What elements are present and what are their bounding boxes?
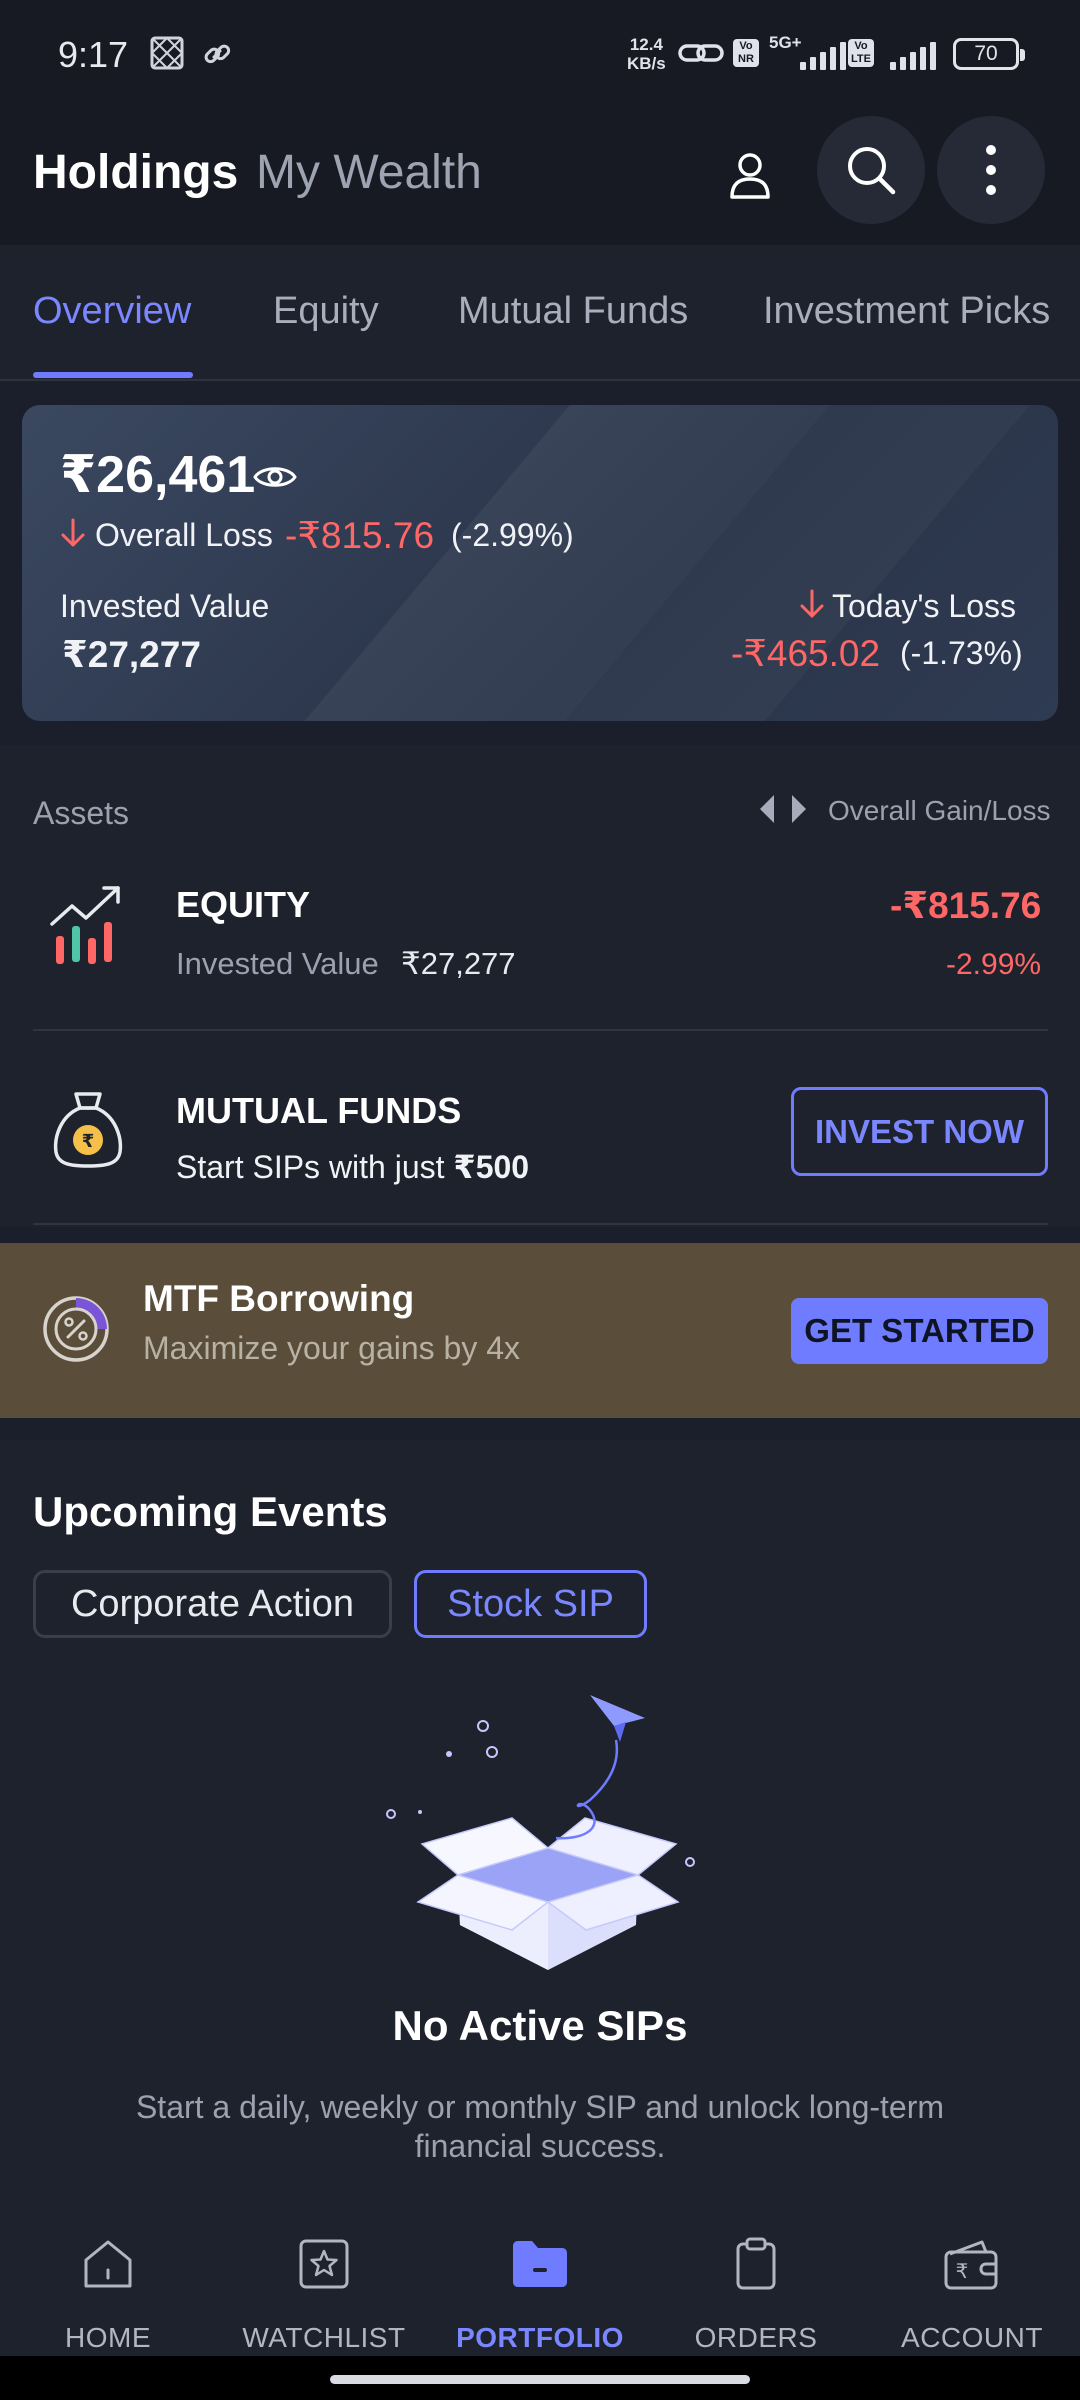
signal-icon-1 — [800, 42, 846, 70]
tab-equity[interactable]: Equity — [273, 290, 379, 333]
equity-gain-amount: -₹815.76 — [890, 885, 1042, 926]
todays-loss-amount: -₹465.02 — [731, 633, 881, 674]
toggle-visibility-button[interactable] — [252, 462, 298, 497]
equity-gain-percent: -2.99% — [946, 948, 1042, 981]
get-started-button[interactable]: GET STARTED — [791, 1298, 1048, 1364]
today-down-arrow-icon — [799, 588, 825, 625]
overall-loss-amount: -₹815.76 — [285, 515, 435, 556]
current-value: ₹26,461 — [60, 446, 256, 504]
signal-icon-2 — [890, 42, 936, 70]
eye-icon — [253, 467, 297, 487]
mutual-funds-subtitle: Start SIPs with just ₹500 — [176, 1148, 529, 1186]
invested-value-label: Invested Value — [60, 588, 270, 624]
equity-invested-label: Invested Value — [176, 946, 379, 981]
nav-account[interactable]: ₹ ACCOUNT — [864, 2196, 1080, 2356]
home-indicator[interactable] — [330, 2375, 750, 2384]
overall-loss-label: Overall Loss — [95, 517, 273, 553]
profile-button[interactable] — [715, 140, 785, 210]
todays-loss-label: Today's Loss — [832, 588, 1016, 624]
invested-value: ₹27,277 — [62, 634, 201, 675]
mf-subtitle-prefix: Start SIPs with just — [176, 1149, 445, 1185]
star-icon — [296, 2234, 352, 2294]
battery-indicator: 70 — [953, 38, 1025, 70]
clipboard-icon — [728, 2234, 784, 2294]
link-notification-icon — [203, 40, 231, 73]
svg-text:₹: ₹ — [82, 1131, 95, 1152]
svg-text:₹: ₹ — [956, 2259, 969, 2283]
mtf-subtitle: Maximize your gains by 4x — [143, 1330, 521, 1366]
net-speed: 12.4 KB/s — [627, 35, 666, 73]
home-icon — [80, 2234, 136, 2294]
tab-investment-picks[interactable]: Investment Picks — [763, 290, 1050, 333]
todays-loss-percent: (-1.73%) — [900, 635, 1023, 671]
page-title[interactable]: Holdings — [33, 145, 238, 200]
active-tab-indicator — [33, 372, 193, 378]
mtf-percent-icon — [40, 1293, 112, 1370]
down-arrow-icon — [60, 517, 86, 554]
empty-state-line-2: financial success. — [414, 2128, 666, 2164]
gain-loss-toggle-label[interactable]: Overall Gain/Loss — [828, 795, 1051, 827]
volte-icon: Vo NR — [733, 39, 759, 67]
empty-state-title: No Active SIPs — [392, 2002, 688, 2049]
folder-icon — [510, 2234, 570, 2294]
my-wealth-tab[interactable]: My Wealth — [256, 145, 482, 200]
wallet-icon: ₹ — [942, 2234, 1002, 2294]
tab-overview[interactable]: Overview — [33, 290, 191, 333]
nav-orders[interactable]: ORDERS — [648, 2196, 864, 2356]
nav-portfolio[interactable]: PORTFOLIO — [432, 2196, 648, 2356]
net-speed-unit: KB/s — [627, 54, 666, 73]
invest-now-button[interactable]: INVEST NOW — [791, 1087, 1048, 1176]
network-type-1: 5G+ — [769, 33, 802, 52]
nav-portfolio-label: PORTFOLIO — [456, 2322, 624, 2353]
empty-state-line-1: Start a daily, weekly or monthly SIP and… — [135, 2089, 945, 2125]
nav-home-label: HOME — [65, 2322, 151, 2353]
equity-chart-icon — [48, 880, 128, 975]
asset-divider — [33, 1029, 1048, 1031]
mtf-title: MTF Borrowing — [143, 1278, 415, 1319]
nav-account-label: ACCOUNT — [901, 2322, 1043, 2353]
nav-watchlist[interactable]: WATCHLIST — [216, 2196, 432, 2356]
chip-corporate-action[interactable]: Corporate Action — [33, 1570, 392, 1638]
more-vertical-icon — [986, 145, 996, 195]
overall-loss-percent: (-2.99%) — [451, 517, 574, 553]
hotspot-icon — [678, 36, 724, 75]
left-right-arrows-icon — [760, 795, 806, 823]
mutual-funds-title: MUTUAL FUNDS — [176, 1090, 462, 1131]
assets-title: Assets — [33, 795, 130, 831]
tab-mutual-funds[interactable]: Mutual Funds — [458, 290, 688, 333]
chip-stock-sip[interactable]: Stock SIP — [414, 1570, 647, 1638]
mf-subtitle-amount: ₹500 — [453, 1149, 530, 1185]
volte-icon-2: Vo LTE — [848, 39, 874, 67]
nav-home[interactable]: HOME — [0, 2196, 216, 2356]
equity-title: EQUITY — [176, 884, 311, 925]
asset-divider-2 — [33, 1223, 1048, 1225]
gallery-notification-icon — [150, 36, 184, 75]
toggle-gain-loss-button[interactable] — [756, 793, 814, 830]
status-time: 9:17 — [58, 34, 129, 75]
nav-orders-label: ORDERS — [694, 2322, 818, 2353]
net-speed-value: 12.4 — [629, 35, 663, 54]
money-bag-icon: ₹ — [50, 1090, 126, 1175]
equity-invested-value: ₹27,277 — [401, 946, 516, 981]
search-button[interactable] — [817, 116, 925, 224]
empty-box-illustration — [380, 1690, 700, 1985]
more-options-button[interactable] — [937, 116, 1045, 224]
user-icon — [730, 153, 770, 199]
upcoming-events-title: Upcoming Events — [33, 1488, 388, 1535]
nav-watchlist-label: WATCHLIST — [242, 2322, 406, 2353]
search-icon — [848, 147, 896, 195]
